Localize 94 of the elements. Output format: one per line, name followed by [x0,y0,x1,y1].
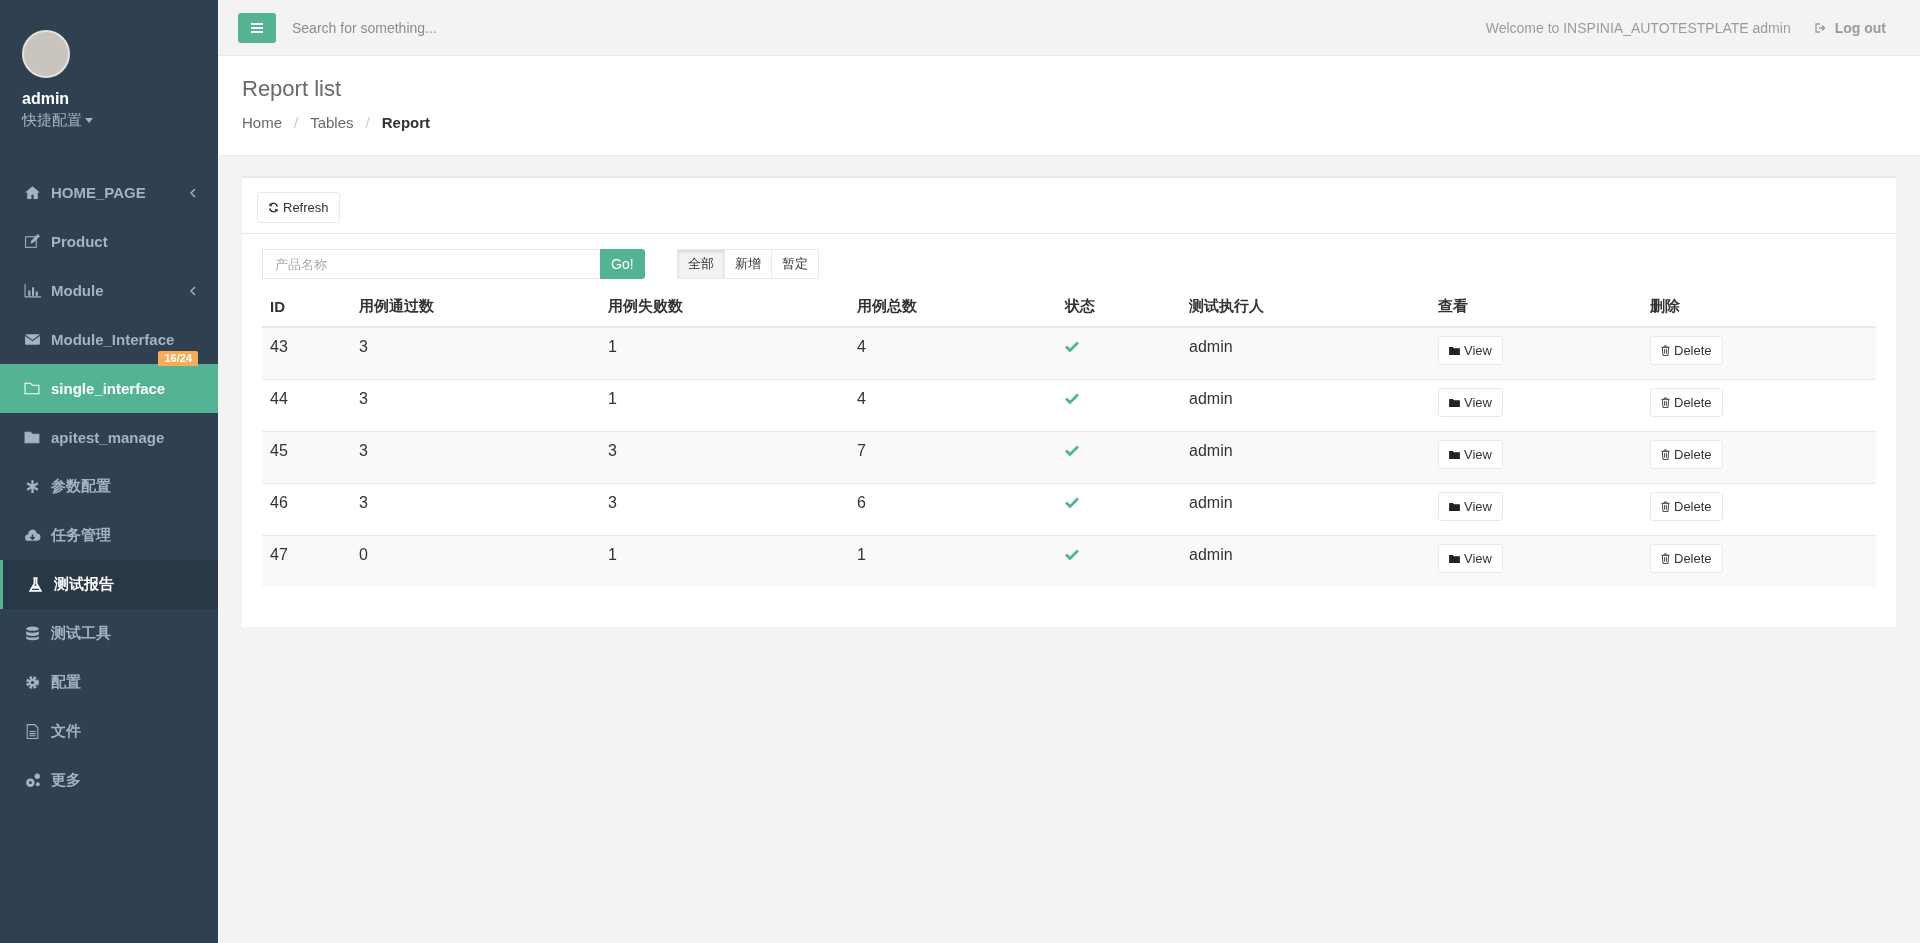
breadcrumb-link[interactable]: Tables [310,114,354,131]
count-badge: 16/24 [158,351,198,366]
folder-icon [1449,346,1460,355]
gear-icon [24,674,41,691]
envelope-icon [24,331,41,348]
delete-button[interactable]: Delete [1650,336,1723,365]
sidebar-item[interactable]: 更多 [0,756,218,805]
delete-button[interactable]: Delete [1650,439,1723,469]
database-icon [24,625,41,642]
folder-icon [1449,397,1460,407]
view-button[interactable]: View [1438,387,1503,417]
user-name: admin [22,90,70,108]
sidebar-item-label: Product [51,233,109,250]
sidebar-item-label: single_interface [51,380,167,397]
table-cell: admin [1181,431,1430,483]
table-cell: 1 [600,327,849,379]
sidebar-item-label: 任务管理 [51,526,112,545]
sidebar-item-label: Module_Interface [51,331,176,348]
edit-icon [24,233,41,250]
sidebar-item[interactable]: 文件 [0,707,218,756]
page-title: Report list [242,76,343,102]
avatar[interactable] [22,30,70,78]
trash-icon [1661,552,1670,564]
folder-icon [24,380,41,397]
table-cell: 1 [849,535,1057,587]
sidebar-item-label: HOME_PAGE [51,184,147,201]
view-button[interactable]: View [1438,336,1503,365]
sidebar-item[interactable]: 测试报告 [0,560,218,609]
sidebar-item-label: 测试工具 [51,624,112,643]
table-cell: 43 [262,327,351,379]
sidebar-item[interactable]: 参数配置 [0,462,218,511]
home-icon [24,184,41,201]
product-name-field[interactable]: 产品名称 [262,249,600,279]
folder-icon [1449,553,1460,563]
table-cell: 4 [849,327,1057,379]
sidebar-item-label: 配置 [51,673,82,692]
refresh-icon [268,202,279,213]
table-cell: 3 [600,431,849,483]
breadcrumb-separator: / [365,114,370,131]
search-field[interactable]: Search for something... [290,18,1486,37]
sidebar-item-label: 更多 [51,771,82,790]
sidebar-item[interactable]: Product [0,217,218,266]
sidebar-item-label: 测试报告 [54,575,115,594]
flask-icon [27,576,44,593]
table-cell: 3 [351,327,600,379]
table-cell: 1 [600,535,849,587]
asterisk-icon [24,478,41,495]
trash-icon [1661,345,1670,356]
refresh-button[interactable]: Refresh [257,192,340,223]
sidebar-item[interactable]: 配置 [0,658,218,707]
file-icon [24,723,41,740]
trash-icon [1661,448,1670,460]
status-filter-button[interactable]: 新增 [723,249,772,279]
delete-button[interactable]: Delete [1650,387,1723,417]
sign-out-icon [1814,22,1827,33]
delete-button[interactable]: Delete [1650,491,1723,521]
sidebar-item-label: 参数配置 [51,477,112,496]
view-button[interactable]: View [1438,543,1503,573]
sidebar-item-label: apitest_manage [51,429,166,446]
cloud-icon [24,527,41,544]
sidebar-item[interactable]: 任务管理 [0,511,218,560]
bar-chart-icon [24,282,41,299]
folder-icon [24,429,41,446]
table-cell: 7 [849,431,1057,483]
table-cell: 3 [351,431,600,483]
status-filter-button[interactable]: 全部 [676,249,725,279]
menu-icon [251,22,263,33]
folder-icon [1449,501,1460,511]
table-cell: 45 [262,431,351,483]
table-cell: admin [1181,535,1430,587]
sidebar-item[interactable]: HOME_PAGE [0,168,218,217]
sidebar-item-label: 文件 [51,722,82,741]
view-button[interactable]: View [1438,491,1503,521]
welcome-text: Welcome to INSPINIA_AUTOTESTPLATE admin [1485,19,1791,36]
table-cell: admin [1181,327,1430,379]
gears-icon [24,772,41,789]
breadcrumb-link[interactable]: Report [381,114,431,131]
breadcrumb-separator: / [294,114,299,131]
trash-icon [1661,500,1670,512]
sidebar-item-label: Module [51,282,105,299]
sidebar-item[interactable]: 测试工具 [0,609,218,658]
table-cell: 0 [351,535,600,587]
quick-config-dropdown[interactable]: 快捷配置 [22,111,93,130]
delete-button[interactable]: Delete [1650,543,1723,573]
menu-button[interactable] [238,12,276,43]
trash-icon [1661,396,1670,408]
status-filter-button[interactable]: 暂定 [770,249,819,279]
folder-icon [1449,449,1460,459]
view-button[interactable]: View [1438,439,1503,469]
caret-icon [85,118,93,123]
table-cell: 47 [262,535,351,587]
sidebar-item[interactable]: apitest_manage [0,413,218,462]
breadcrumb-link[interactable]: Home [242,114,282,131]
sidebar-item[interactable]: Module [0,266,218,315]
